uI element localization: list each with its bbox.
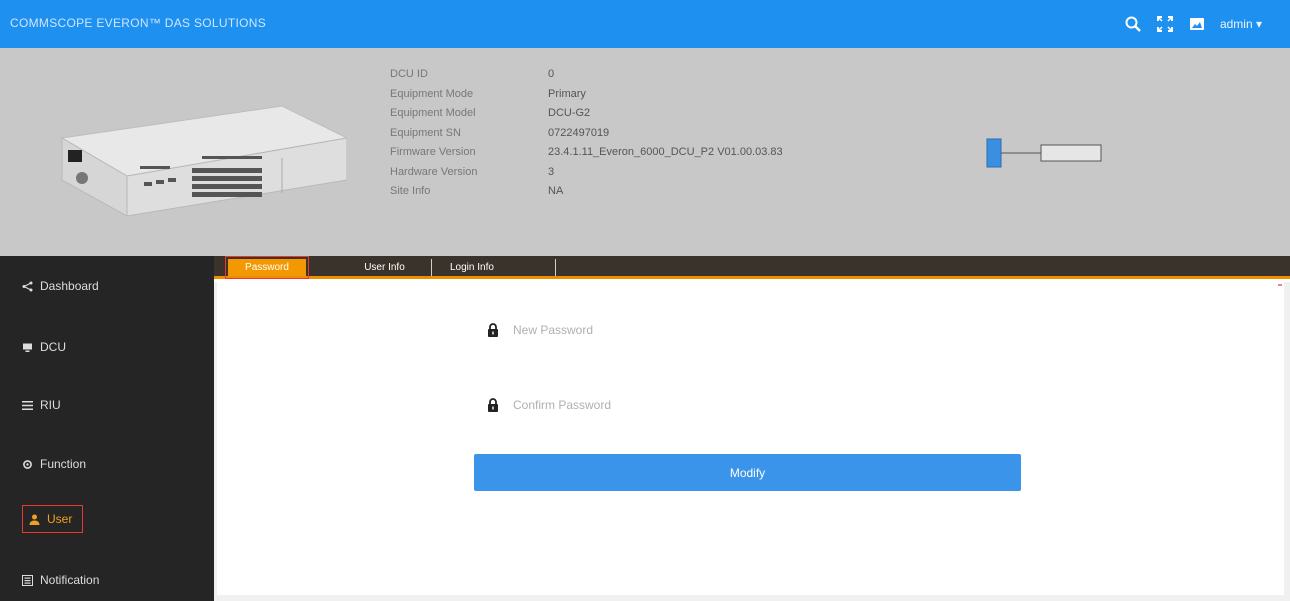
info-label: Equipment Mode: [390, 87, 474, 100]
fullscreen-icon[interactable]: [1156, 15, 1174, 33]
list-icon: [22, 400, 33, 411]
sidebar-item-label: Function: [40, 457, 87, 471]
lock-icon: [487, 398, 499, 412]
topology-diagram[interactable]: [985, 133, 1105, 173]
info-value: NA: [548, 185, 564, 197]
new-password-field: [487, 312, 1027, 348]
info-value: Primary: [548, 87, 586, 100]
info-label: DCU ID: [390, 68, 428, 80]
main-content: Modify: [214, 282, 1290, 601]
search-icon[interactable]: [1124, 15, 1142, 33]
password-panel: Modify: [217, 282, 1284, 595]
monitor-icon: [22, 342, 33, 353]
share-icon: [22, 281, 33, 292]
sidebar-item-label: Notification: [40, 573, 100, 587]
sidebar-item-user[interactable]: User: [22, 505, 84, 533]
chevron-down-icon: ▾: [1252, 17, 1262, 31]
scrollbar[interactable]: [1278, 284, 1282, 288]
info-value: 0: [548, 68, 555, 80]
image-icon[interactable]: [1188, 15, 1206, 33]
tab-user-info[interactable]: User Info: [338, 259, 432, 276]
info-row-site-info: Site Info NA: [390, 182, 783, 202]
info-row-dcu-id: DCU ID 0: [390, 65, 783, 85]
sidebar-item-label: DCU: [40, 340, 66, 354]
info-row-firmware-version: Firmware Version 23.4.1.11_Everon_6000_DC…: [390, 143, 783, 163]
sidebar: Dashboard DCU RIU Function User Notifica…: [0, 256, 214, 601]
user-menu-button[interactable]: admin ▾: [1220, 17, 1262, 31]
confirm-password-field: [487, 387, 1027, 423]
info-label: Equipment Model: [390, 107, 476, 119]
info-label: Firmware Version: [390, 146, 476, 158]
lock-icon: [487, 323, 499, 337]
info-row-equipment-model: Equipment Model DCU-G2: [390, 104, 783, 124]
top-bar: COMMSCOPE EVERON™ DAS SOLUTIONS admin ▾: [0, 0, 1290, 48]
brand-title: COMMSCOPE EVERON™ DAS SOLUTIONS: [10, 16, 267, 30]
info-label: Hardware Version: [390, 165, 478, 178]
sidebar-item-function[interactable]: Function: [22, 457, 86, 471]
user-menu-label: admin: [1219, 17, 1253, 31]
notification-icon: [22, 574, 33, 586]
info-value: DCU-G2: [548, 107, 591, 119]
sidebar-item-notification[interactable]: Notification: [22, 573, 99, 587]
device-info-list: DCU ID 0 Equipment Mode Primary Equipment …: [390, 65, 783, 202]
info-row-equipment-mode: Equipment Mode Primary: [390, 85, 783, 105]
gear-icon: [22, 459, 33, 470]
sidebar-item-label: User: [47, 512, 73, 526]
modify-button[interactable]: Modify: [474, 454, 1021, 491]
user-icon: [29, 514, 40, 525]
sidebar-item-dashboard[interactable]: Dashboard: [22, 279, 99, 293]
sidebar-item-riu[interactable]: RIU: [22, 398, 61, 412]
tab-login-info[interactable]: Login Info: [442, 259, 556, 276]
sidebar-item-label: RIU: [40, 398, 61, 412]
info-value: 3: [548, 165, 555, 178]
top-toolbar: admin ▾: [1124, 12, 1262, 36]
confirm-password-input[interactable]: [513, 398, 993, 412]
info-row-equipment-sn: Equipment SN 0722497019: [390, 124, 783, 144]
device-info-banner: DCU ID 0 Equipment Mode Primary Equipment …: [0, 48, 1290, 256]
info-value: 23.4.1.11_Everon_6000_DCU_P2 V01.00.03.8…: [548, 146, 783, 158]
tab-bar: Password User Info Login Info: [214, 256, 1290, 279]
info-row-hardware-version: Hardware Version 3: [390, 163, 783, 183]
info-value: 0722497019: [548, 126, 610, 139]
new-password-input[interactable]: [513, 323, 993, 337]
tab-password[interactable]: Password: [225, 256, 309, 279]
info-label: Site Info: [390, 185, 431, 197]
device-image: [60, 105, 347, 216]
info-label: Equipment SN: [390, 126, 461, 139]
sidebar-item-label: Dashboard: [40, 279, 99, 293]
sidebar-item-dcu[interactable]: DCU: [22, 340, 66, 354]
